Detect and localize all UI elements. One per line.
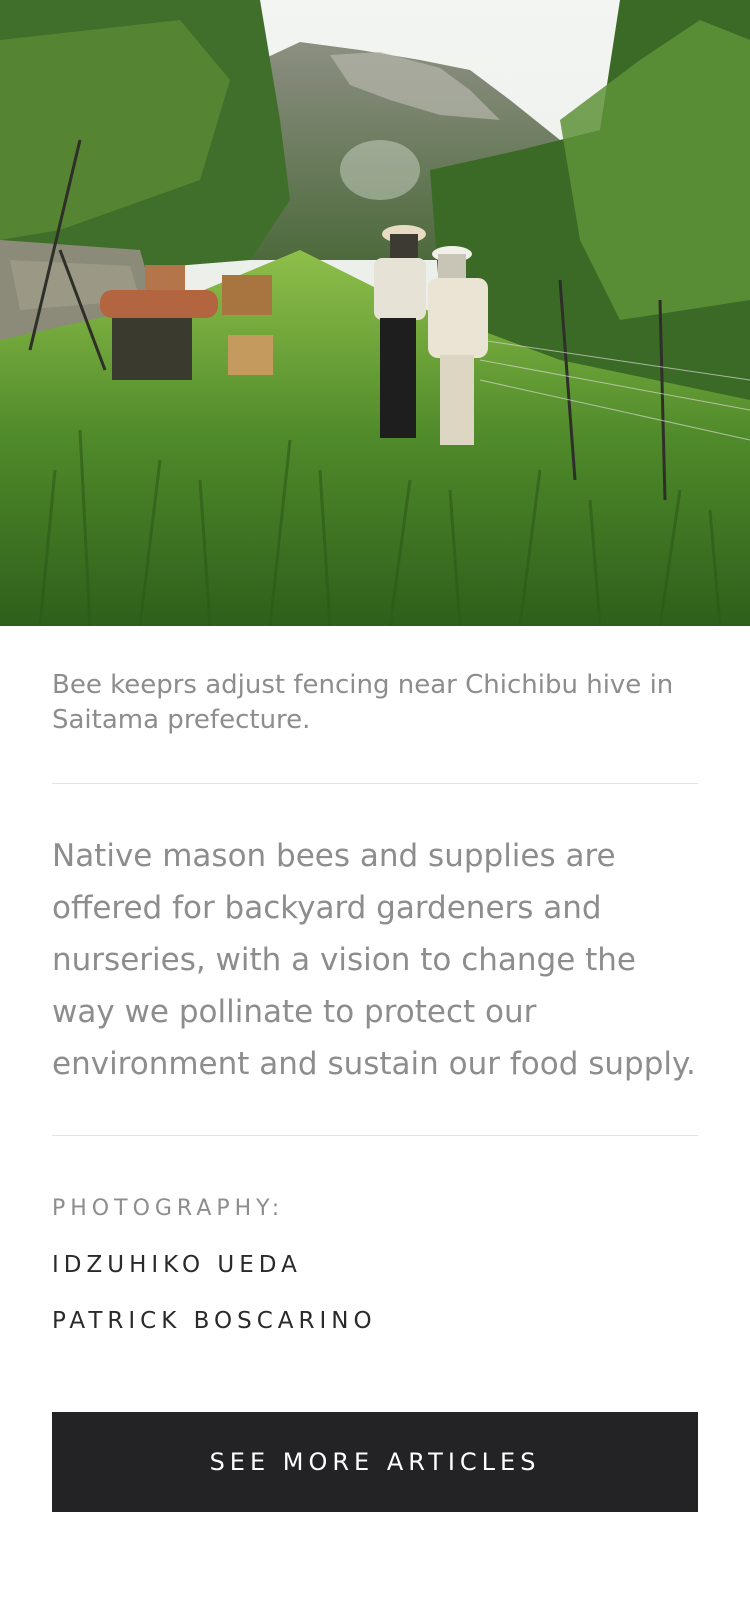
hero-photo-illustration: [0, 0, 750, 626]
divider-top: [52, 783, 698, 784]
photo-caption: Bee keeprs adjust fencing near Chichibu …: [52, 670, 674, 735]
article-body-text: Native mason bees and supplies are offer…: [52, 838, 696, 1082]
photography-credits-label: PHOTOGRAPHY:: [52, 1196, 285, 1221]
photographer-name: PATRICK BOSCARINO: [52, 1308, 377, 1334]
divider-bottom: [52, 1135, 698, 1136]
photographer-name: IDZUHIKO UEDA: [52, 1252, 302, 1278]
see-more-articles-button[interactable]: SEE MORE ARTICLES: [52, 1412, 698, 1512]
hero-photo: [0, 0, 750, 626]
